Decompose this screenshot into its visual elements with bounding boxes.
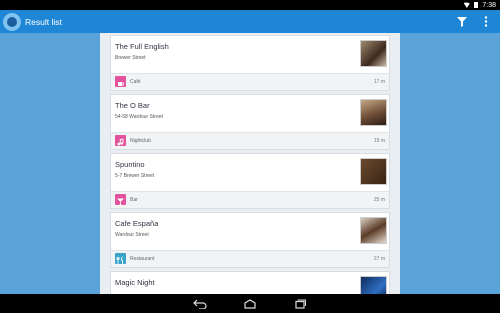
app-logo-icon[interactable] <box>3 12 21 31</box>
list-item[interactable]: Cafe España Wardour Street Restaurant 27… <box>110 212 390 268</box>
place-name: Spuntino <box>115 160 145 169</box>
place-thumbnail <box>360 158 387 185</box>
cafe-icon <box>115 76 126 87</box>
place-thumbnail <box>360 276 387 294</box>
content-area: The Full English Brewer Street Café 17 m… <box>0 33 500 294</box>
page-title: Result list <box>25 16 62 27</box>
overflow-menu-icon[interactable] <box>480 16 492 28</box>
place-address: 5-7 Brewer Street <box>115 173 155 179</box>
place-thumbnail <box>360 217 387 244</box>
status-bar: 7:38 <box>0 0 500 10</box>
result-list[interactable]: The Full English Brewer Street Café 17 m… <box>100 33 400 294</box>
bar-icon <box>115 194 126 206</box>
list-item[interactable]: The Full English Brewer Street Café 17 m <box>110 35 390 91</box>
place-address: Brewer Street <box>115 55 146 61</box>
category-label: Restaurant <box>130 256 155 262</box>
list-item[interactable]: The O Bar 54-58 Wardour Street Nightclub… <box>110 94 390 150</box>
filter-icon[interactable] <box>456 16 468 28</box>
place-name: Magic Night <box>115 278 155 287</box>
category-label: Bar <box>130 197 138 203</box>
navigation-bar <box>0 294 500 313</box>
place-name: Cafe España <box>115 219 159 228</box>
back-icon[interactable] <box>193 298 207 310</box>
place-name: The Full English <box>115 42 169 51</box>
battery-icon <box>474 2 479 8</box>
category-label: Café <box>130 79 141 85</box>
restaurant-icon <box>115 253 126 264</box>
nightclub-icon <box>115 135 126 146</box>
recents-icon[interactable] <box>293 298 307 310</box>
category-label: Nightclub <box>130 138 151 144</box>
place-thumbnail <box>360 40 387 67</box>
place-address: Wardour Street <box>115 232 149 238</box>
distance: 17 m <box>373 79 385 85</box>
status-time: 7:38 <box>482 1 496 9</box>
list-item[interactable]: Magic Night <box>110 271 390 294</box>
distance: 19 m <box>373 138 385 144</box>
action-bar: Result list <box>0 10 500 33</box>
home-icon[interactable] <box>243 298 257 310</box>
list-item[interactable]: Spuntino 5-7 Brewer Street Bar 25 m <box>110 153 390 209</box>
place-name: The O Bar <box>115 101 150 110</box>
place-thumbnail <box>360 99 387 126</box>
distance: 25 m <box>373 197 385 203</box>
wifi-icon <box>463 2 471 8</box>
distance: 27 m <box>373 256 385 262</box>
place-address: 54-58 Wardour Street <box>115 114 163 120</box>
